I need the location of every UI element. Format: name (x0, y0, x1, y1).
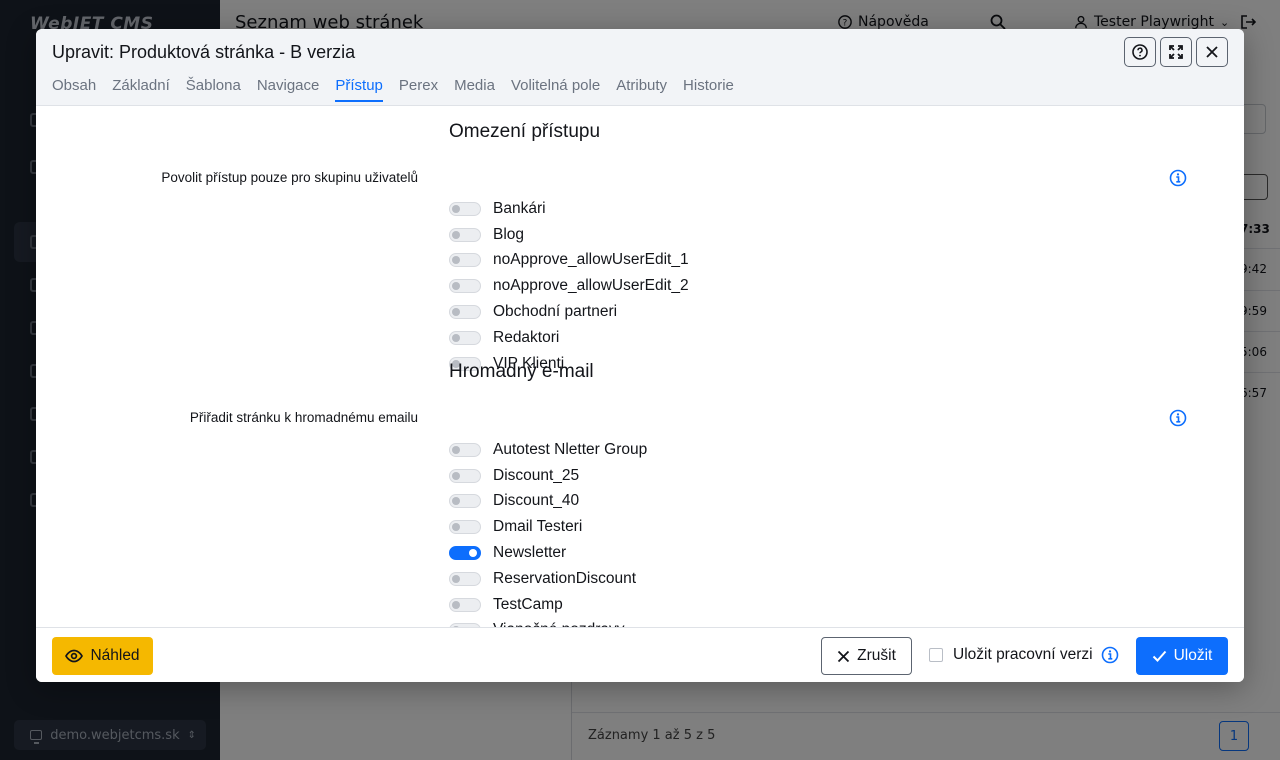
toggle-switch[interactable] (449, 494, 481, 509)
toggle-switch[interactable] (449, 520, 481, 535)
toggle-switch[interactable] (449, 201, 481, 216)
close-icon (837, 650, 850, 662)
access-group-label: Bankári (493, 199, 546, 217)
cancel-button[interactable]: Zrušit (821, 637, 912, 675)
save-label: Uložit (1173, 647, 1213, 664)
edit-page-dialog: Upravit: Produktová stránka - B verzia O… (36, 29, 1244, 682)
eye-icon (65, 649, 84, 663)
tab-atributy[interactable]: Atributy (616, 77, 667, 102)
tab-obsah[interactable]: Obsah (52, 77, 96, 102)
email-group-label: Newsletter (493, 544, 567, 562)
toggle-switch[interactable] (449, 571, 481, 586)
access-group-label: noApprove_allowUserEdit_1 (493, 251, 689, 269)
email-group-row[interactable]: Newsletter (449, 540, 647, 566)
tab-pristup[interactable]: Přístup (335, 77, 383, 102)
access-group-row[interactable]: Obchodní partneri (449, 299, 689, 325)
info-icon[interactable] (1101, 646, 1119, 664)
preview-label: Náhled (90, 647, 140, 664)
toggle-switch[interactable] (449, 546, 481, 561)
fullscreen-button[interactable] (1160, 37, 1192, 67)
save-draft-checkbox[interactable] (929, 648, 943, 662)
email-group-label: Autotest Nletter Group (493, 440, 648, 458)
access-group-list: Bankári Blog noApprove_allowUserEdit_1 n… (449, 196, 689, 377)
email-group-row[interactable]: Dmail Testeri (449, 514, 647, 540)
access-group-row[interactable]: Bankári (449, 196, 689, 222)
toggle-switch[interactable] (449, 253, 481, 268)
email-group-label: ReservationDiscount (493, 569, 637, 587)
access-group-label: Blog (493, 225, 525, 243)
email-group-row[interactable]: ReservationDiscount (449, 566, 647, 592)
access-group-label: Redaktori (493, 328, 560, 346)
tab-historie[interactable]: Historie (683, 77, 734, 102)
check-icon (1152, 650, 1166, 662)
toggle-switch[interactable] (449, 279, 481, 294)
toggle-switch[interactable] (449, 330, 481, 345)
tab-navigace[interactable]: Navigace (257, 77, 320, 102)
email-group-label: Discount_25 (493, 466, 580, 484)
tab-zakladni[interactable]: Základní (112, 77, 170, 102)
email-group-row[interactable]: TestCamp (449, 592, 647, 618)
email-field-label: Přiřadit stránku k hromadnému emailu (189, 410, 418, 425)
dialog-tabs: Obsah Základní Šablona Navigace Přístup … (52, 77, 734, 102)
access-field-label: Povolit přístup pouze pro skupinu uživat… (161, 170, 418, 185)
toggle-switch[interactable] (449, 442, 481, 457)
dialog-title: Upravit: Produktová stránka - B verzia (52, 42, 356, 62)
tab-volitelna-pole[interactable]: Volitelná pole (511, 77, 600, 102)
info-icon[interactable] (1169, 409, 1187, 427)
tab-media[interactable]: Media (454, 77, 495, 102)
info-icon[interactable] (1169, 169, 1187, 187)
tab-sablona[interactable]: Šablona (186, 77, 241, 102)
access-group-label: noApprove_allowUserEdit_2 (493, 277, 689, 295)
access-group-row[interactable]: noApprove_allowUserEdit_1 (449, 248, 689, 274)
preview-button[interactable]: Náhled (52, 637, 153, 675)
save-draft-label: Uložit pracovní verzi (953, 646, 1093, 663)
expand-icon (1169, 45, 1183, 59)
dialog-footer: Náhled Zrušit Uložit pracovní verzi Ulož… (36, 627, 1244, 682)
access-section-title: Omezení přístupu (449, 121, 601, 142)
email-group-row[interactable]: Discount_40 (449, 489, 647, 515)
dialog-body: Omezení přístupu Povolit přístup pouze p… (36, 106, 1244, 638)
email-group-list: Autotest Nletter Group Discount_25 Disco… (449, 437, 647, 643)
access-group-row[interactable]: noApprove_allowUserEdit_2 (449, 273, 689, 299)
cancel-label: Zrušit (857, 647, 896, 664)
close-icon (1206, 46, 1218, 58)
email-group-row[interactable]: Autotest Nletter Group (449, 437, 647, 463)
toggle-switch[interactable] (449, 227, 481, 242)
email-group-label: Discount_40 (493, 492, 580, 510)
save-draft-option[interactable]: Uložit pracovní verzi (929, 646, 1119, 664)
access-group-label: Obchodní partneri (493, 303, 618, 321)
tab-perex[interactable]: Perex (399, 77, 438, 102)
help-icon (1132, 44, 1148, 60)
access-group-row[interactable]: Blog (449, 222, 689, 248)
toggle-switch[interactable] (449, 468, 481, 483)
toggle-switch[interactable] (449, 597, 481, 612)
close-button[interactable] (1196, 37, 1228, 67)
dialog-header: Upravit: Produktová stránka - B verzia O… (36, 29, 1244, 106)
email-group-label: Dmail Testeri (493, 518, 583, 536)
email-group-label: TestCamp (493, 595, 563, 613)
toggle-switch[interactable] (449, 305, 481, 320)
access-group-row[interactable]: Redaktori (449, 325, 689, 351)
email-section-title: Hromadný e-mail (449, 361, 594, 382)
help-button[interactable] (1124, 37, 1156, 67)
email-group-row[interactable]: Discount_25 (449, 463, 647, 489)
save-button[interactable]: Uložit (1136, 637, 1228, 675)
